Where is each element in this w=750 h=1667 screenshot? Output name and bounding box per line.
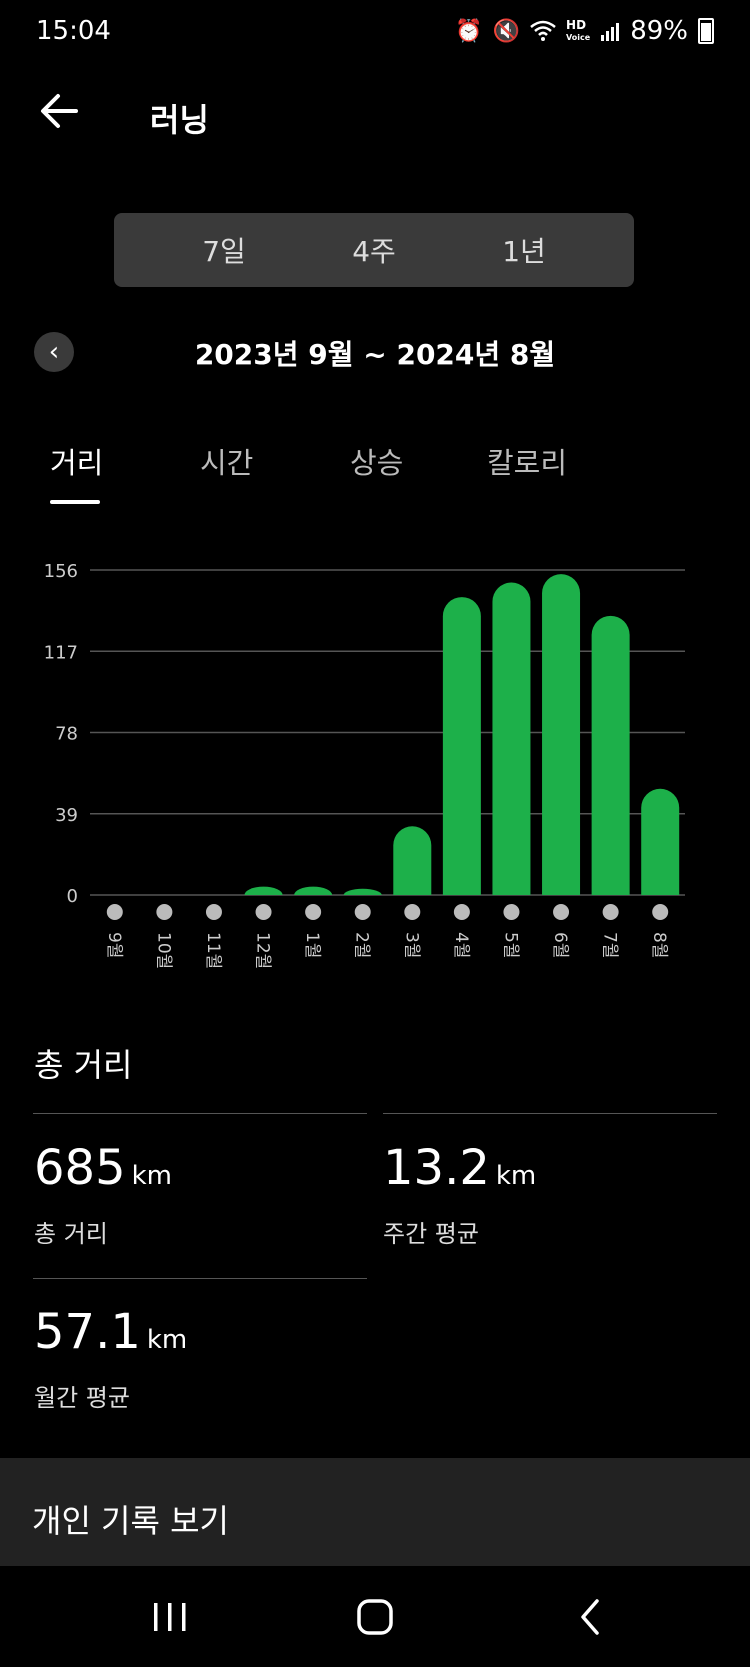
signal-icon [601,23,620,41]
bar-marker-dot [404,904,421,920]
bar-marker-dot [602,904,619,920]
weekly-average-label: 주간 평균 [383,1220,479,1248]
x-tick-label: 3월 [401,932,421,958]
chart-bar[interactable] [591,615,630,895]
summary-title: 총 거리 [34,1046,133,1084]
bar-marker-dot [453,904,470,920]
bar-marker-dot [652,904,669,920]
arrow-left-icon[interactable] [36,88,82,134]
y-tick-label: 0 [67,886,78,907]
bar-marker-dot [305,904,322,920]
chart-bar[interactable] [641,788,680,895]
x-tick-label: 1월 [302,932,322,958]
monthly-average-unit: km [146,1325,188,1355]
home-icon [357,1599,393,1635]
bar-marker-dot [255,904,272,920]
x-tick-label: 11월 [203,932,223,969]
chart-bar[interactable] [343,888,382,895]
personal-records-label: 개인 기록 보기 [32,1502,229,1540]
tab-1year[interactable]: 1년 [449,230,599,270]
chart-bar[interactable] [492,582,531,896]
x-tick-label: 12월 [253,932,273,969]
chevron-left-icon: ‹ [48,337,60,367]
status-icons: ⏰ 🔇 HD Voice 89% [455,16,714,46]
x-tick-label: 4월 [451,932,471,958]
x-tick-label: 9월 [104,932,124,958]
total-distance-stat: 685 km [34,1140,172,1196]
tab-calories[interactable]: 칼로리 [487,440,567,482]
y-tick-label: 39 [55,805,78,826]
back-button[interactable] [560,1595,620,1639]
y-tick-label: 117 [44,642,78,663]
home-button[interactable] [345,1595,405,1639]
x-tick-label: 6월 [550,932,570,958]
tab-distance[interactable]: 거리 [50,440,103,482]
x-tick-label: 2월 [352,932,372,958]
weekly-average-stat: 13.2 km [383,1140,536,1196]
page-title: 러닝 [150,101,209,139]
battery-icon [698,18,714,44]
wifi-icon [530,20,556,41]
bar-marker-dot [503,904,520,920]
total-distance-unit: km [131,1161,173,1191]
mute-icon: 🔇 [492,18,521,44]
total-distance-value: 685 [34,1140,126,1196]
previous-period-button[interactable]: ‹ [34,332,74,372]
bar-marker-dot [205,904,222,920]
x-tick-label: 10월 [153,932,173,969]
chart-bar[interactable] [244,886,283,895]
bar-marker-dot [354,904,371,920]
chart-bar[interactable] [542,574,581,895]
y-tick-label: 156 [44,561,78,582]
divider [33,1113,367,1114]
status-time: 15:04 [36,16,111,46]
x-tick-label: 5월 [500,932,520,958]
divider [383,1113,717,1114]
chart-bar[interactable] [393,826,432,895]
tab-7days[interactable]: 7일 [149,230,299,270]
monthly-average-value: 57.1 [34,1304,141,1360]
distance-bar-chart: 0 39 78 117 156 9월 10월 11월 12월 1월 2월 3월 4월 5월 6월 7월 8월 [44,561,685,969]
weekly-average-value: 13.2 [383,1140,490,1196]
date-range: 2023년 9월 ~ 2024년 8월 [194,338,556,371]
alarm-icon: ⏰ [455,18,483,44]
back-icon [581,1599,599,1635]
battery-percent: 89% [630,16,688,46]
bar-marker-dot [106,904,123,920]
tab-elevation[interactable]: 상승 [350,440,403,482]
divider [33,1278,367,1279]
tab-time[interactable]: 시간 [200,440,253,482]
x-tick-label: 7월 [600,932,620,958]
monthly-average-label: 월간 평균 [34,1384,130,1412]
recent-apps-icon [154,1603,186,1631]
monthly-average-stat: 57.1 km [34,1304,187,1360]
bar-marker-dot [553,904,570,920]
y-tick-label: 78 [55,724,78,745]
chart-bar[interactable] [442,597,481,895]
tab-4weeks[interactable]: 4주 [299,230,449,270]
recent-apps-button[interactable] [140,1595,200,1639]
period-selector: 7일 4주 1년 [114,213,634,287]
total-distance-label: 총 거리 [34,1220,108,1248]
hd-voice-icon: HD Voice [566,17,591,42]
active-tab-indicator [50,500,100,504]
x-tick-label: 8월 [649,932,669,958]
chart-bar[interactable] [294,886,333,895]
weekly-average-unit: km [495,1161,537,1191]
bar-marker-dot [156,904,173,920]
